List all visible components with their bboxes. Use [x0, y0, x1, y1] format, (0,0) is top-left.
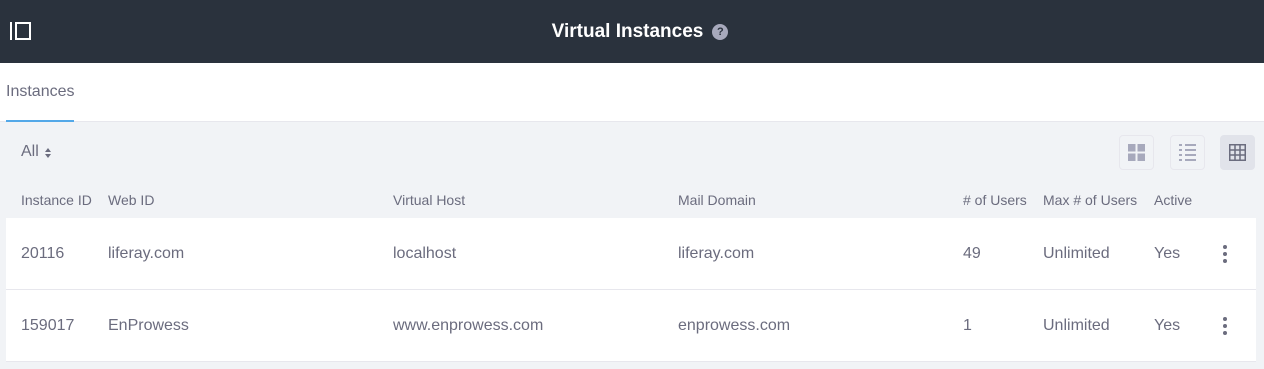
- tab-instances[interactable]: Instances: [6, 63, 75, 122]
- column-header-web-id: Web ID: [108, 192, 155, 208]
- cell-instance-id: 159017: [21, 317, 75, 334]
- table-row: 159017 EnProwess www.enprowess.com enpro…: [6, 290, 1256, 362]
- cards-view-icon: [1128, 144, 1145, 161]
- instances-table: 20116 liferay.com localhost liferay.com …: [6, 218, 1256, 362]
- table-view-button[interactable]: [1220, 135, 1255, 170]
- cell-instance-id: 20116: [21, 245, 65, 262]
- cell-virtual-host: localhost: [393, 245, 457, 262]
- tab-bar: Instances: [0, 63, 1264, 122]
- cell-max-users: Unlimited: [1043, 317, 1110, 334]
- row-actions-kebab-icon[interactable]: [1215, 243, 1235, 265]
- cell-web-id[interactable]: liferay.com: [108, 218, 184, 289]
- row-actions-kebab-icon[interactable]: [1215, 315, 1235, 337]
- list-view-icon: [1179, 144, 1196, 161]
- cell-active: Yes: [1154, 317, 1181, 334]
- caret-double-icon: [44, 148, 51, 158]
- title-wrap: Virtual Instances ?: [0, 0, 1264, 63]
- cell-active: Yes: [1154, 245, 1181, 262]
- top-header: Virtual Instances ?: [0, 0, 1264, 63]
- cell-mail-domain: enprowess.com: [678, 317, 791, 334]
- column-header-instance-id: Instance ID: [21, 192, 92, 208]
- cell-max-users: Unlimited: [1043, 245, 1110, 262]
- list-view-button[interactable]: [1170, 135, 1205, 170]
- column-header-virtual-host: Virtual Host: [393, 192, 466, 208]
- question-circle-icon[interactable]: ?: [712, 23, 729, 40]
- cell-virtual-host: www.enprowess.com: [393, 317, 544, 334]
- cell-web-id[interactable]: EnProwess: [108, 290, 189, 361]
- column-header-active: Active: [1154, 192, 1193, 208]
- filter-dropdown[interactable]: All: [21, 122, 51, 182]
- table-header: Instance ID Web ID Virtual Host Mail Dom…: [0, 182, 1264, 218]
- column-header-mail-domain: Mail Domain: [678, 192, 756, 208]
- cards-view-button[interactable]: [1119, 135, 1154, 170]
- cell-users: 1: [963, 317, 972, 334]
- page-title: Virtual Instances: [551, 20, 704, 42]
- table-row: 20116 liferay.com localhost liferay.com …: [6, 218, 1256, 290]
- column-header-max-users: Max # of Users: [1043, 192, 1138, 208]
- management-toolbar: All: [0, 122, 1264, 182]
- cell-mail-domain: liferay.com: [678, 245, 755, 262]
- filter-label: All: [21, 143, 39, 160]
- cell-users: 49: [963, 245, 981, 262]
- table-view-icon: [1229, 144, 1246, 161]
- column-header-users: # of Users: [963, 192, 1027, 208]
